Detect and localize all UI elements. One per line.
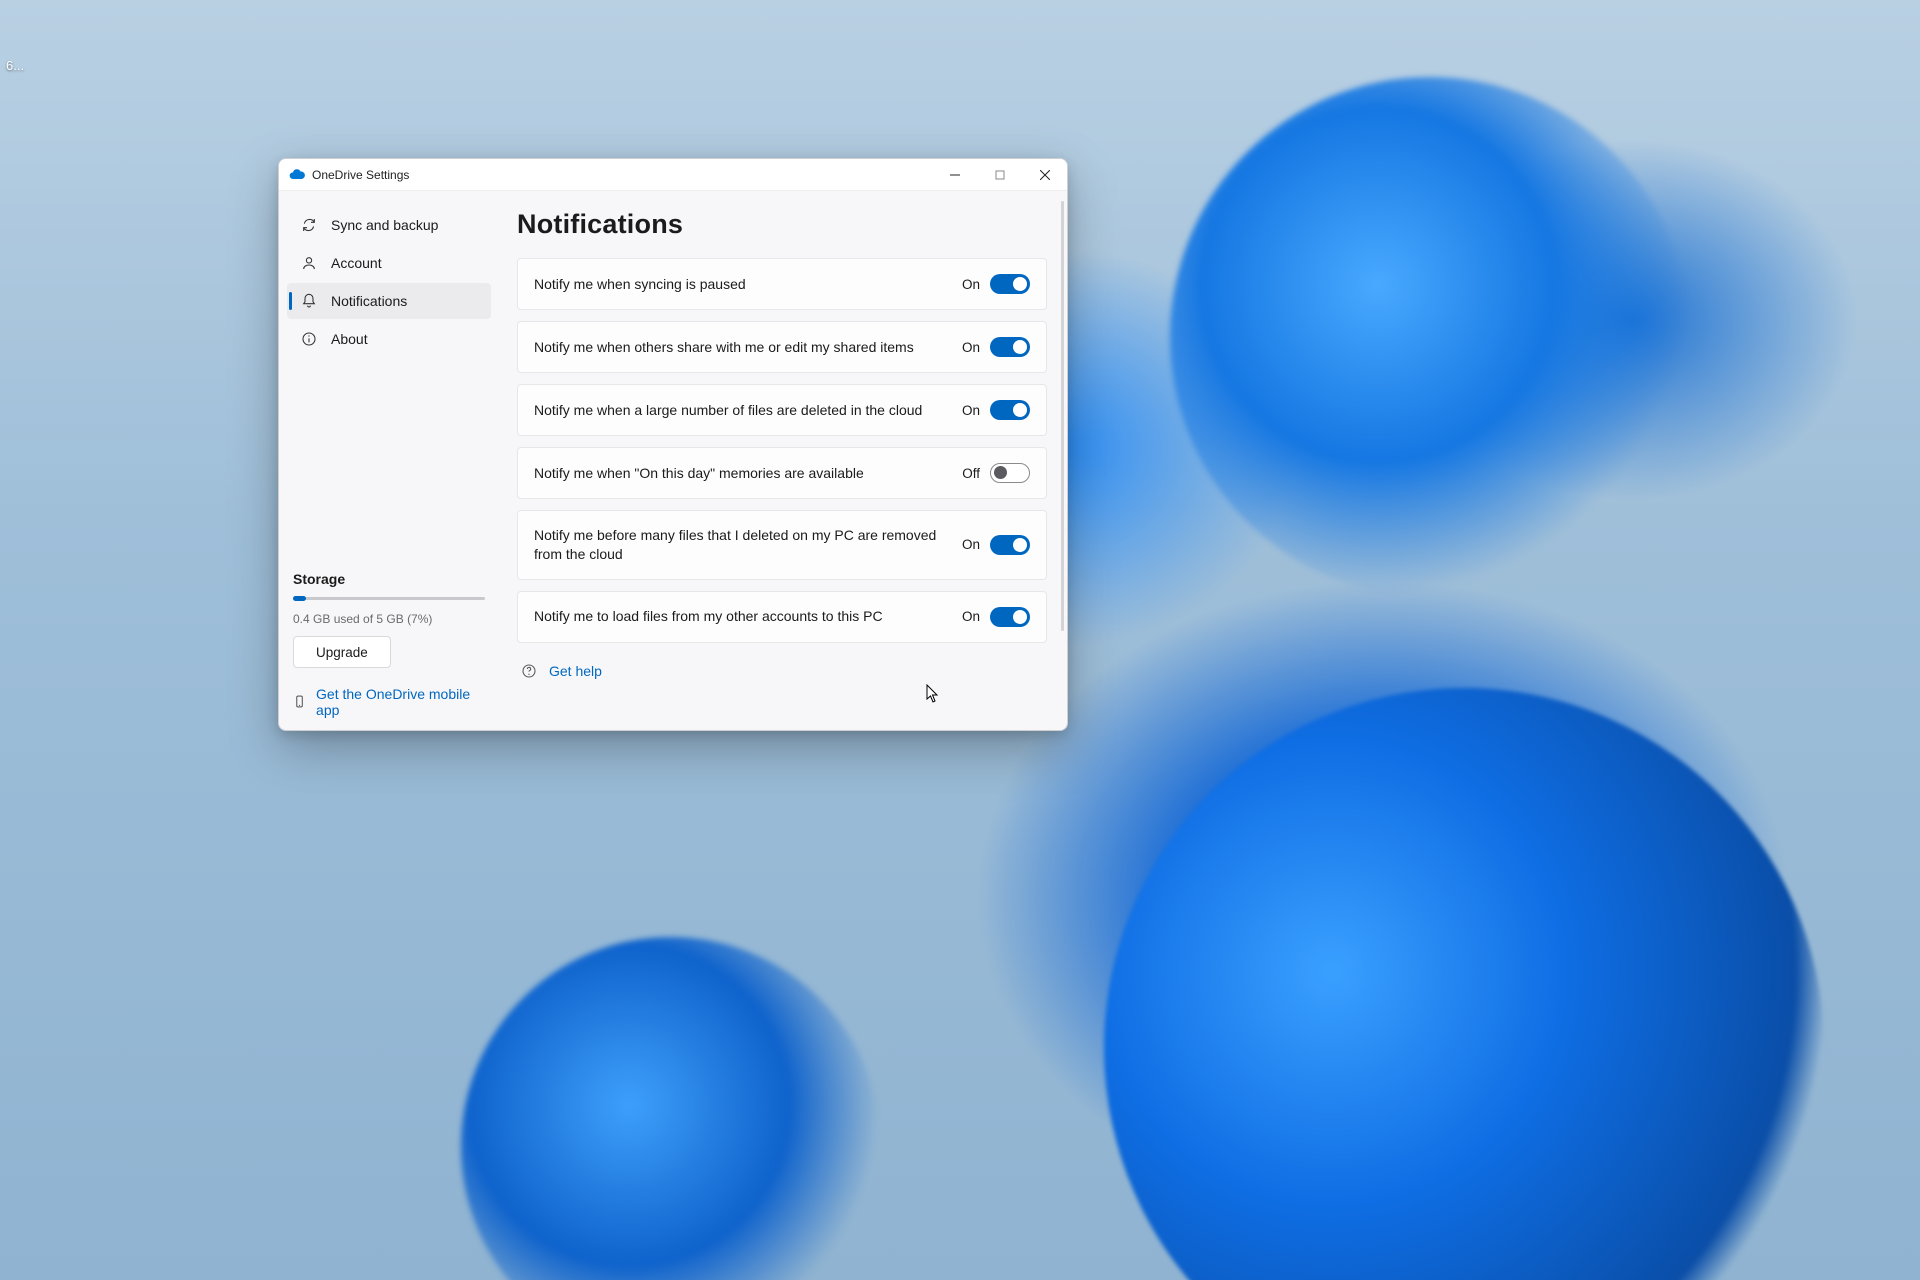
sidebar-item-notifications[interactable]: Notifications [287,283,491,319]
toggle-state-text: On [958,403,980,418]
sidebar-item-label: About [331,331,368,347]
sidebar-item-sync[interactable]: Sync and backup [287,207,491,243]
toggle-state-text: On [958,537,980,552]
main-content: Notifications Notify me when syncing is … [499,191,1067,730]
toggle-switch[interactable] [990,337,1030,357]
setting-label: Notify me when syncing is paused [534,275,944,294]
toggle-switch[interactable] [990,274,1030,294]
onedrive-settings-window: OneDrive Settings Sync and backup [278,158,1068,731]
setting-label: Notify me before many files that I delet… [534,526,944,564]
page-title: Notifications [517,209,1047,240]
setting-label: Notify me when others share with me or e… [534,338,944,357]
info-icon [301,331,317,347]
sidebar-item-label: Sync and backup [331,217,438,233]
setting-row: Notify me when a large number of files a… [517,384,1047,436]
onedrive-cloud-icon [289,167,305,183]
toggle-switch[interactable] [990,400,1030,420]
window-title: OneDrive Settings [312,168,409,182]
person-icon [301,255,317,271]
sidebar-item-account[interactable]: Account [287,245,491,281]
bell-icon [301,293,317,309]
setting-row: Notify me when syncing is paused On [517,258,1047,310]
setting-label: Notify me when "On this day" memories ar… [534,464,944,483]
storage-title: Storage [293,571,485,587]
window-maximize-button[interactable] [977,159,1022,190]
toggle-state-text: On [958,340,980,355]
storage-progress [293,597,485,600]
mouse-cursor [926,684,940,704]
setting-label: Notify me when a large number of files a… [534,401,944,420]
toggle-state-text: On [958,277,980,292]
setting-row: Notify me to load files from my other ac… [517,591,1047,643]
storage-section: Storage 0.4 GB used of 5 GB (7%) Upgrade [287,571,491,668]
sidebar-nav: Sync and backup Account Notifications [287,203,491,357]
window-close-button[interactable] [1022,159,1067,190]
toggle-switch[interactable] [990,535,1030,555]
sync-icon [301,217,317,233]
titlebar[interactable]: OneDrive Settings [279,159,1067,191]
storage-usage-text: 0.4 GB used of 5 GB (7%) [293,612,485,626]
window-minimize-button[interactable] [932,159,977,190]
settings-list: Notify me when syncing is pausedOnNotify… [517,258,1047,643]
toggle-state-text: On [958,609,980,624]
mobile-link-label: Get the OneDrive mobile app [316,686,485,718]
sidebar-item-label: Notifications [331,293,407,309]
setting-row: Notify me when others share with me or e… [517,321,1047,373]
sidebar: Sync and backup Account Notifications [279,191,499,730]
help-link-label: Get help [549,663,602,679]
setting-row: Notify me when "On this day" memories ar… [517,447,1047,499]
help-icon [521,663,537,679]
setting-label: Notify me to load files from my other ac… [534,607,944,626]
upgrade-button[interactable]: Upgrade [293,636,391,668]
toggle-state-text: Off [958,466,980,481]
get-mobile-app-link[interactable]: Get the OneDrive mobile app [287,686,491,718]
sidebar-item-about[interactable]: About [287,321,491,357]
toggle-switch[interactable] [990,463,1030,483]
phone-icon [293,695,306,709]
desktop-shortcut-label[interactable]: 6... [6,58,24,73]
toggle-switch[interactable] [990,607,1030,627]
get-help-link[interactable]: Get help [517,663,1047,679]
setting-row: Notify me before many files that I delet… [517,510,1047,580]
sidebar-item-label: Account [331,255,382,271]
scrollbar[interactable] [1061,201,1064,631]
